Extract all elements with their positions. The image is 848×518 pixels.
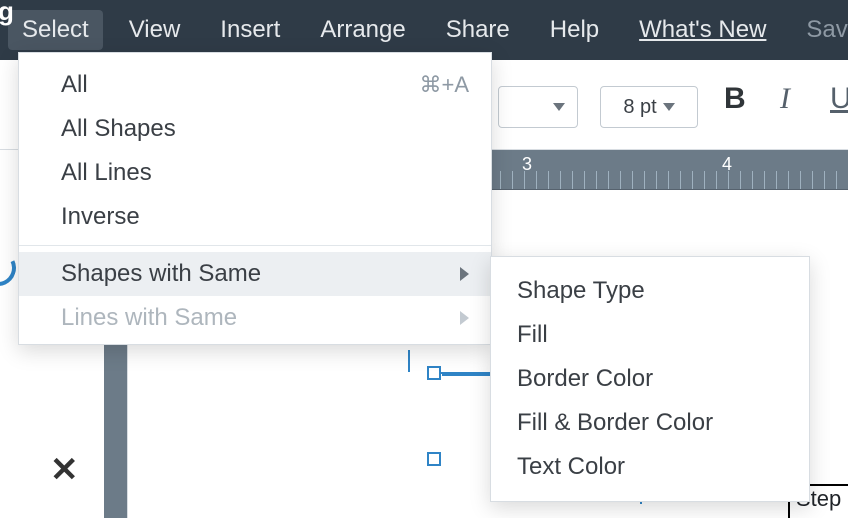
chevron-down-icon (553, 103, 565, 111)
resize-handle[interactable] (427, 452, 441, 466)
menu-share[interactable]: Share (432, 10, 524, 50)
menu-insert[interactable]: Insert (206, 10, 294, 50)
select-menu: All ⌘+A All Shapes All Lines Inverse Sha… (18, 52, 492, 345)
menubar: Select View Insert Arrange Share Help Wh… (0, 0, 848, 60)
submenu-item-shape-type[interactable]: Shape Type (491, 269, 809, 313)
keyboard-shortcut: ⌘+A (419, 72, 469, 98)
font-family-dropdown[interactable] (498, 86, 578, 128)
close-icon[interactable]: ✕ (50, 450, 79, 490)
shapes-with-same-submenu: Shape Type Fill Border Color Fill & Bord… (490, 256, 810, 502)
font-size-dropdown[interactable]: 8 pt (600, 86, 698, 128)
menu-separator (19, 245, 491, 246)
menu-item-shapes-with-same[interactable]: Shapes with Same (19, 252, 491, 296)
underline-button[interactable]: U (830, 82, 848, 116)
resize-handle[interactable] (427, 366, 441, 380)
bold-button[interactable]: B (724, 82, 746, 116)
menu-view[interactable]: View (115, 10, 195, 50)
menu-select[interactable]: Select (8, 10, 103, 50)
connector-arrow[interactable] (408, 350, 410, 372)
submenu-item-border-color[interactable]: Border Color (491, 357, 809, 401)
chevron-right-icon (460, 311, 469, 325)
chevron-down-icon (663, 103, 675, 111)
submenu-item-fill[interactable]: Fill (491, 313, 809, 357)
submenu-item-text-color[interactable]: Text Color (491, 445, 809, 489)
app-logo-fragment: g (0, 0, 14, 27)
italic-button[interactable]: I (780, 82, 790, 116)
menu-item-all[interactable]: All ⌘+A (19, 63, 491, 107)
chevron-right-icon (460, 267, 469, 281)
menu-item-all-shapes[interactable]: All Shapes (19, 107, 491, 151)
menu-whats-new[interactable]: What's New (625, 10, 780, 50)
menu-item-all-lines[interactable]: All Lines (19, 151, 491, 195)
menu-item-inverse[interactable]: Inverse (19, 195, 491, 239)
submenu-item-fill-border-color[interactable]: Fill & Border Color (491, 401, 809, 445)
menu-help[interactable]: Help (536, 10, 613, 50)
menu-arrange[interactable]: Arrange (306, 10, 419, 50)
ruler-label: 3 (522, 154, 532, 175)
font-size-value: 8 pt (623, 96, 656, 119)
menu-item-lines-with-same: Lines with Same (19, 296, 491, 340)
menu-save[interactable]: Save (792, 10, 848, 50)
ruler-label: 4 (722, 154, 732, 175)
